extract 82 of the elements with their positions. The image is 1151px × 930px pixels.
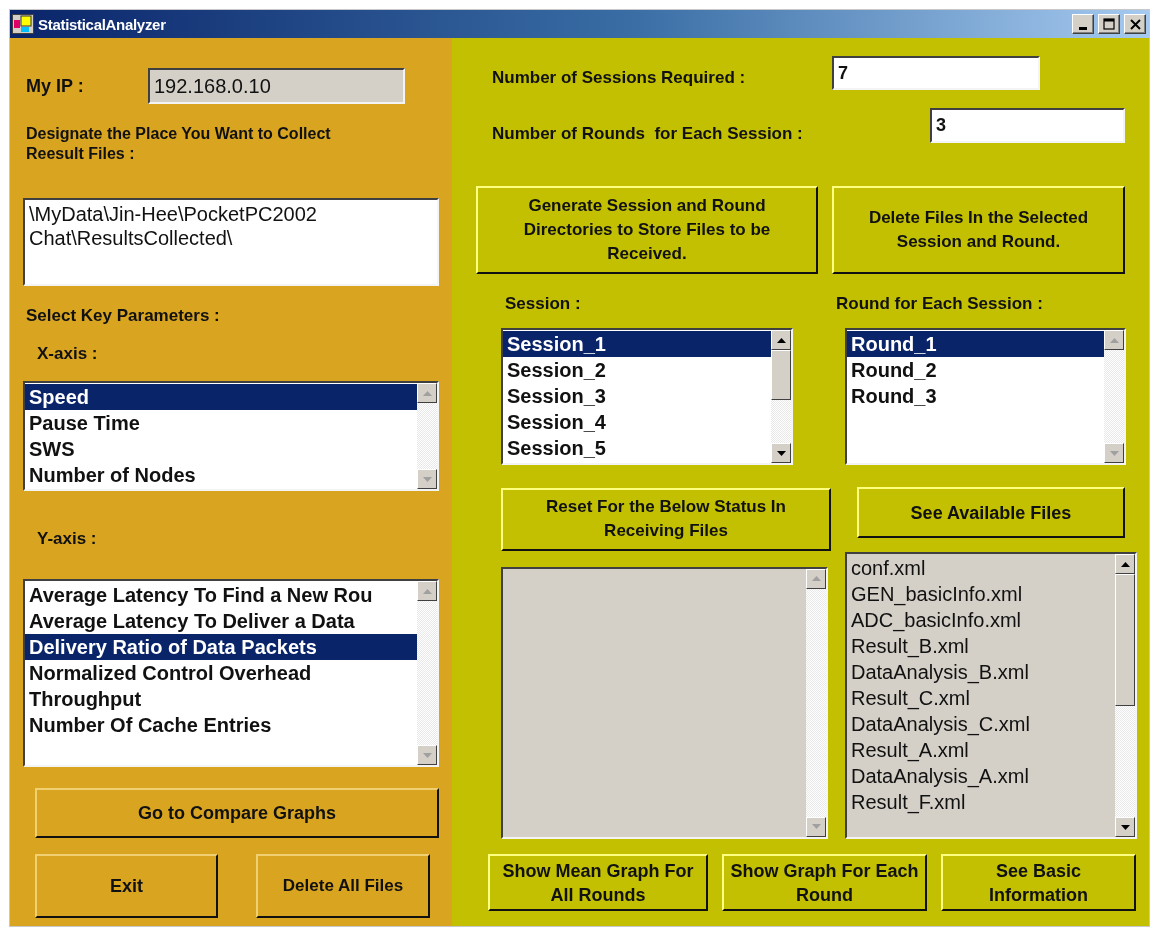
up-arrow-icon — [776, 337, 786, 343]
list-item[interactable]: Session_4 — [503, 409, 771, 435]
exit-button[interactable]: Exit — [35, 854, 218, 918]
window-title: StatisticalAnalyzer — [38, 15, 167, 33]
list-item[interactable]: Average Latency To Find a New Rou — [25, 582, 417, 608]
list-item[interactable]: Session_3 — [503, 383, 771, 409]
scrollbar[interactable] — [1115, 554, 1135, 837]
ip-label: My IP : — [26, 76, 85, 96]
minimize-icon — [1079, 26, 1087, 30]
list-item[interactable]: Normalized Control Overhead — [25, 660, 417, 686]
file-item[interactable]: Result_F.xml — [847, 789, 1115, 815]
list-item[interactable]: Round_1 — [847, 331, 1104, 357]
x-axis-label: X-axis : — [37, 344, 99, 364]
down-arrow-icon — [422, 752, 432, 758]
delete-all-button[interactable]: Delete All Files — [256, 854, 430, 918]
close-icon — [1129, 18, 1141, 30]
list-item[interactable]: Round_3 — [847, 383, 1104, 409]
y-axis-label: Y-axis : — [37, 529, 98, 549]
list-item[interactable]: Pause Time — [25, 410, 417, 436]
list-item[interactable]: Session_2 — [503, 357, 771, 383]
round-label: Round for Each Session : — [836, 294, 1043, 314]
scrollbar[interactable] — [417, 581, 437, 765]
down-arrow-icon — [811, 824, 821, 829]
file-item[interactable]: ADC_basicInfo.xml — [847, 607, 1115, 633]
file-item[interactable]: DataAnalysis_C.xml — [847, 711, 1115, 737]
maximize-button[interactable] — [1098, 14, 1120, 34]
scrollbar[interactable] — [1104, 330, 1124, 463]
reset-button[interactable]: Reset For the Below Status In Receiving Files — [501, 487, 831, 551]
list-item[interactable]: Delivery Ratio of Data Packets — [25, 634, 417, 660]
scrollbar[interactable] — [806, 568, 826, 837]
graph-button[interactable]: See Basic Information — [941, 854, 1136, 911]
up-arrow-icon — [1120, 561, 1130, 567]
up-arrow-icon — [422, 588, 432, 594]
section-label: Select Key Parameters : — [26, 306, 221, 326]
list-item[interactable]: SWS — [25, 436, 417, 462]
file-item[interactable]: conf.xml — [847, 555, 1115, 581]
file-item[interactable]: DataAnalysis_B.xml — [847, 659, 1115, 685]
graph-button[interactable]: Show Graph For Each Round — [722, 854, 927, 911]
collect-label: Designate the Place You Want to Collect Reesult Files : — [26, 124, 332, 164]
app-icon — [12, 14, 34, 34]
delete-selected-button[interactable]: Delete Files In the Selected Session and Round. — [832, 186, 1125, 274]
ip-field[interactable]: 192.168.0.10 — [148, 68, 405, 104]
down-arrow-icon — [1120, 824, 1130, 830]
file-item[interactable]: Result_C.xml — [847, 685, 1115, 711]
down-arrow-icon — [422, 476, 432, 482]
list-box[interactable]: Speed Pause Time SWS Number of Nodes — [23, 381, 439, 491]
file-item[interactable]: Result_B.xml — [847, 633, 1115, 659]
list-item[interactable]: Number Of Cache Entries — [25, 712, 417, 738]
maximize-icon — [1103, 18, 1115, 30]
file-list[interactable]: conf.xml GEN_basicInfo.xml ADC_basicInfo.xml Result_B.xml DataAnalysis_B.xml Result_C.xml DataAnalysis_C.xml Result_A.xml DataAnalysis_A.xml Result_F.xml — [845, 552, 1137, 839]
list-item[interactable]: Session_1 — [503, 331, 771, 357]
scrollbar[interactable] — [771, 330, 791, 463]
list-item[interactable]: Number of Nodes — [25, 462, 417, 488]
list-item[interactable]: Throughput — [25, 686, 417, 712]
minimize-button[interactable] — [1072, 14, 1094, 34]
list-item[interactable]: Average Latency To Deliver a Data — [25, 608, 417, 634]
up-arrow-icon — [811, 576, 821, 581]
sessions-field[interactable]: 7 — [832, 56, 1040, 90]
list-item[interactable]: Session_5 — [503, 435, 771, 461]
generate-button[interactable]: Generate Session and Round Directories to Store Files to be Received. — [476, 186, 818, 274]
down-arrow-icon — [776, 450, 786, 456]
list-box[interactable]: Session_1 Session_2 Session_3 Session_4 Session_5 — [501, 328, 793, 465]
file-item[interactable]: Result_A.xml — [847, 737, 1115, 763]
sessions-label: Number of Sessions Required : — [492, 68, 747, 88]
graph-button[interactable]: Show Mean Graph For All Rounds — [488, 854, 708, 911]
see-files-button[interactable]: See Available Files — [857, 487, 1125, 538]
list-box[interactable]: Round_1 Round_2 Round_3 — [845, 328, 1126, 465]
down-arrow-icon — [1109, 450, 1119, 456]
file-item[interactable]: DataAnalysis_A.xml — [847, 763, 1115, 789]
close-button[interactable] — [1124, 14, 1146, 34]
file-item[interactable]: GEN_basicInfo.xml — [847, 581, 1115, 607]
list-box[interactable]: Average Latency To Find a New Rou Average Latency To Deliver a Data Delivery Ratio of Data Packets Normalized Control Overhead Throughput Number Of Cache Entries — [23, 579, 439, 767]
session-label: Session : — [505, 294, 582, 314]
scrollbar[interactable] — [417, 383, 437, 489]
list-item[interactable]: Round_2 — [847, 357, 1104, 383]
compare-graphs-button[interactable]: Go to Compare Graphs — [35, 788, 439, 838]
up-arrow-icon — [1109, 337, 1119, 343]
path-field[interactable]: \MyData\Jin-Hee\PocketPC2002 Chat\ResultsCollected\ — [23, 198, 439, 286]
list-item[interactable]: Speed — [25, 384, 417, 410]
up-arrow-icon — [422, 390, 432, 396]
rounds-label: Number of Rounds for Each Session : — [492, 123, 804, 144]
rounds-field[interactable]: 3 — [930, 108, 1125, 143]
